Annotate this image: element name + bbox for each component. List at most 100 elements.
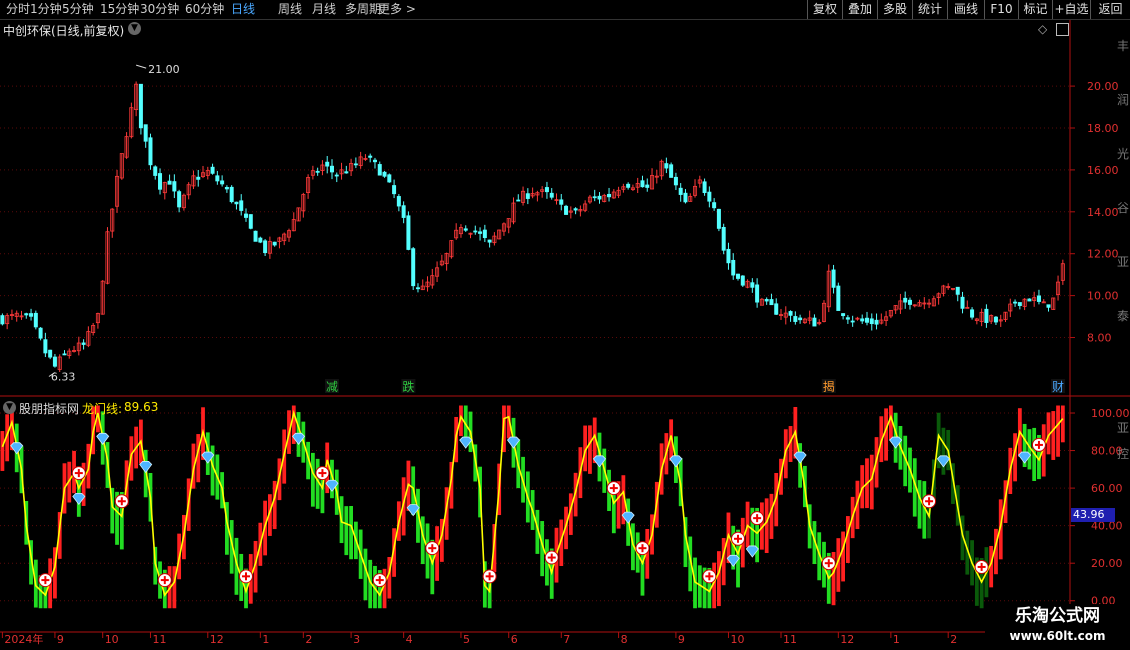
period-tab-1[interactable]: 分时 <box>6 2 30 17</box>
event-marker[interactable]: 财 <box>1052 380 1064 394</box>
candle-body <box>353 163 358 166</box>
candle-body <box>382 171 387 177</box>
toolbar-button-8[interactable]: +自选 <box>1052 0 1090 19</box>
candle-body <box>907 299 912 305</box>
candle-body <box>248 214 253 229</box>
price-tick-label: 14.00 <box>1087 206 1119 219</box>
candle-body <box>707 191 712 202</box>
candle-body <box>640 180 645 188</box>
candle-body <box>38 327 43 339</box>
time-tick-label: 1 <box>893 633 900 646</box>
diamond-icon[interactable]: ◇ <box>1038 22 1047 36</box>
event-marker[interactable]: 揭 <box>823 379 835 394</box>
chevron-down-icon[interactable]: ▼ <box>128 22 141 35</box>
period-tab-11[interactable]: 更多 > <box>378 2 416 17</box>
candle-body <box>24 313 29 316</box>
indicator-tick-label: 100.00 <box>1091 407 1130 420</box>
candle-body <box>664 163 669 169</box>
indicator-line-value: 89.63 <box>124 400 159 414</box>
toolbar-button-3[interactable]: 多股 <box>877 0 912 19</box>
candle-body <box>334 174 339 177</box>
candle-body <box>177 191 182 208</box>
window-toggle-icon[interactable] <box>1056 23 1069 36</box>
candle-body <box>473 230 478 233</box>
candle-body <box>1027 298 1032 302</box>
candle-body <box>525 193 530 199</box>
indicator-bar <box>769 493 774 539</box>
candle-body <box>769 299 774 306</box>
indicator-tick-label: 60.00 <box>1091 482 1123 495</box>
period-tab-7[interactable]: 日线 <box>231 2 255 17</box>
side-glyph: 亚 <box>1117 421 1129 435</box>
candle-body <box>396 196 401 207</box>
time-tick-label: 3 <box>353 633 360 646</box>
price-tick-label: 20.00 <box>1087 80 1119 93</box>
indicator-bar <box>1056 405 1060 457</box>
period-tab-8[interactable]: 周线 <box>278 2 302 17</box>
candle-body <box>831 269 836 288</box>
period-tab-10[interactable]: 多周期 <box>345 2 381 17</box>
candle-body <box>798 317 803 321</box>
candle-body <box>224 187 229 190</box>
main-chart-title: 中创环保(日线,前复权) <box>3 24 125 38</box>
watermark: 乐淘公式网 www.60lt.com <box>985 604 1130 650</box>
candle-body <box>970 309 975 318</box>
indicator-bar <box>349 506 353 560</box>
time-tick-label: 4 <box>406 633 413 646</box>
candle-body <box>325 161 330 167</box>
candle-body <box>1046 304 1051 308</box>
chart-canvas[interactable]: 20.00 18.00 16.00 14.00 12.00 10.00 8.00 100.00… <box>0 20 1130 650</box>
indicator-bar <box>845 516 850 563</box>
event-marker[interactable]: 减 <box>326 380 338 394</box>
candle-body <box>874 319 879 325</box>
high-pointer <box>135 64 147 69</box>
indicator-chevron-icon[interactable]: ▼ <box>3 401 16 414</box>
toolbar-button-4[interactable]: 统计 <box>912 0 947 19</box>
side-glyph: 泰 <box>1117 309 1129 323</box>
indicator-bar <box>0 431 5 471</box>
time-tick-label: 5 <box>463 633 470 646</box>
candle-body <box>1036 295 1041 302</box>
candle-body <box>864 317 869 323</box>
side-glyph: 谷 <box>1117 201 1129 215</box>
candle-body <box>869 318 874 325</box>
candle-body <box>244 213 249 218</box>
event-marker[interactable]: 跌 <box>402 379 414 394</box>
toolbar-button-7[interactable]: 标记 <box>1018 0 1052 19</box>
time-tick-label: 12 <box>840 633 854 646</box>
candle-body <box>731 259 736 276</box>
toolbar-button-1[interactable]: 复权 <box>807 0 842 19</box>
candle-body <box>172 181 177 192</box>
toolbar-button-6[interactable]: F10 <box>984 0 1018 19</box>
time-tick-label: 2 <box>305 633 312 646</box>
time-tick-label: 10 <box>105 633 119 646</box>
toolbar-button-9[interactable]: 返回 <box>1090 0 1130 19</box>
toolbar-button-5[interactable]: 画线 <box>947 0 984 19</box>
indicator-bar <box>363 548 368 601</box>
candle-body <box>559 199 564 205</box>
top-toolbar: 分时 1分钟 5分钟 15分钟 30分钟 60分钟 日线 周线 月线 多周期 更多 > 复权 叠加 多股统… <box>0 0 1130 20</box>
candle-body <box>726 248 731 264</box>
candle-body <box>750 282 755 288</box>
period-tab-6[interactable]: 60分钟 <box>185 2 224 17</box>
candle-body <box>372 159 377 163</box>
candle-body <box>368 155 373 158</box>
candle-body <box>836 285 841 311</box>
period-tab-2[interactable]: 1分钟 <box>30 2 62 17</box>
period-tab-5[interactable]: 30分钟 <box>140 2 179 17</box>
candle-body <box>564 205 569 215</box>
chart-area[interactable]: 20.00 18.00 16.00 14.00 12.00 10.00 8.00 100.00… <box>0 20 1130 650</box>
candle-body <box>788 311 793 316</box>
toolbar-button-2[interactable]: 叠加 <box>842 0 877 19</box>
candle-body <box>478 231 483 234</box>
candle-body <box>544 187 549 193</box>
side-glyph: 光 <box>1117 147 1129 161</box>
period-tab-3[interactable]: 5分钟 <box>62 2 94 17</box>
side-glyph: 润 <box>1117 93 1129 107</box>
period-tab-4[interactable]: 15分钟 <box>100 2 139 17</box>
price-tick-label: 18.00 <box>1087 122 1119 135</box>
period-tab-9[interactable]: 月线 <box>312 2 336 17</box>
candle-body <box>411 248 416 287</box>
time-tick-label: 1 <box>262 633 269 646</box>
candle-body <box>392 185 397 195</box>
